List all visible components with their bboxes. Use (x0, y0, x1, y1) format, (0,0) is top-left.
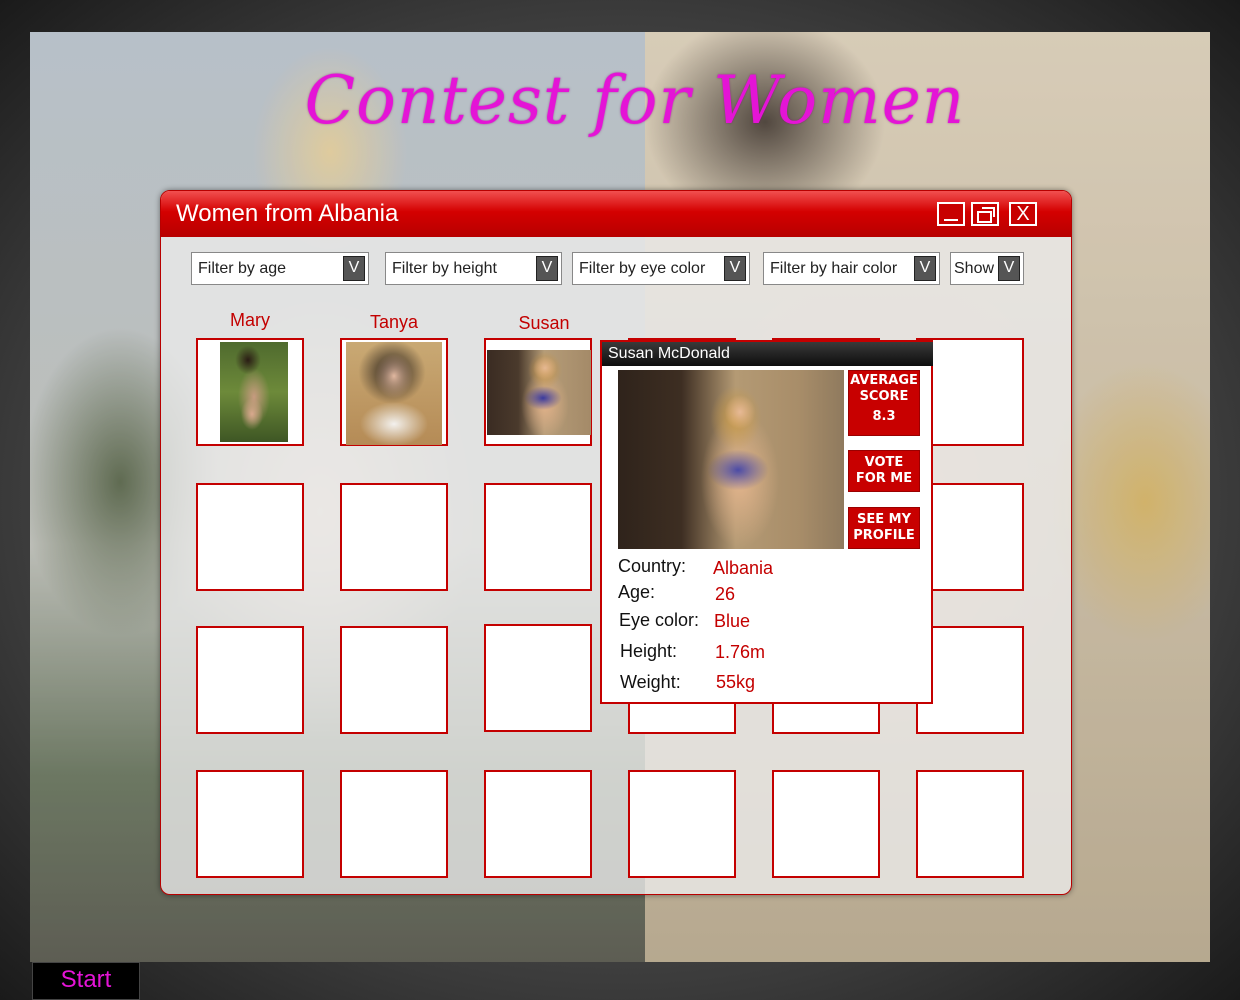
contestant-card-empty[interactable] (340, 770, 448, 878)
filter-height-label: Filter by height (392, 260, 497, 277)
chevron-down-icon[interactable]: V (536, 256, 558, 281)
chevron-down-icon[interactable]: V (724, 256, 746, 281)
eye-color-label: Eye color: (619, 610, 700, 630)
filter-hair-color-label: Filter by hair color (770, 260, 898, 277)
contestant-card-empty[interactable] (628, 770, 736, 878)
contestant-name-susan[interactable]: Susan (490, 313, 598, 334)
filter-age-select[interactable]: Filter by age V (191, 252, 369, 285)
see-profile-button[interactable]: SEE MY PROFILE (848, 507, 920, 549)
country-label: Country: (618, 556, 687, 576)
contestant-photo (487, 350, 591, 435)
contestant-photo (346, 342, 442, 445)
age-label: Age: (618, 582, 656, 602)
filter-hair-color-select[interactable]: Filter by hair color V (763, 252, 940, 285)
contestant-card-empty[interactable] (340, 626, 448, 734)
start-button[interactable]: Start (32, 962, 140, 1000)
contestant-photo (220, 342, 288, 442)
contestant-card-empty[interactable] (484, 770, 592, 878)
filter-height-select[interactable]: Filter by height V (385, 252, 562, 285)
filter-eye-color-select[interactable]: Filter by eye color V (572, 252, 750, 285)
window-titlebar[interactable]: Women from Albania X (161, 191, 1071, 237)
contestant-card-empty[interactable] (340, 483, 448, 591)
contestant-name-tanya[interactable]: Tanya (340, 312, 448, 333)
show-select[interactable]: Show V (950, 252, 1024, 285)
contestant-card-empty[interactable] (916, 770, 1024, 878)
close-button[interactable]: X (1009, 202, 1037, 226)
weight-value: 55kg (716, 672, 756, 692)
eye-color-value: Blue (714, 611, 751, 631)
contestant-name-mary[interactable]: Mary (196, 310, 304, 331)
contestant-card-susan[interactable] (484, 338, 592, 446)
contestant-large-photo (618, 370, 844, 549)
popup-title: Susan McDonald (602, 342, 933, 366)
contestant-card-empty[interactable] (196, 770, 304, 878)
chevron-down-icon[interactable]: V (343, 256, 365, 281)
contestant-card-empty[interactable] (772, 770, 880, 878)
app-title: Contest for Women (304, 62, 966, 139)
height-label: Height: (620, 641, 678, 661)
contestant-card-empty[interactable] (484, 624, 592, 732)
contestant-detail-popup: Susan McDonald AVERAGE SCORE 8.3 VOTE FO… (600, 340, 933, 704)
filter-eye-color-label: Filter by eye color (579, 260, 706, 277)
weight-label: Weight: (620, 672, 681, 692)
chevron-down-icon[interactable]: V (914, 256, 936, 281)
restore-button[interactable] (971, 202, 999, 226)
vote-button[interactable]: VOTE FOR ME (848, 450, 920, 492)
average-score-badge: AVERAGE SCORE 8.3 (848, 370, 920, 436)
average-score-label: AVERAGE SCORE (850, 373, 918, 404)
filter-age-label: Filter by age (198, 260, 287, 277)
average-score-value: 8.3 (872, 409, 896, 424)
contestant-card-empty[interactable] (484, 483, 592, 591)
contestant-card-mary[interactable] (196, 338, 304, 446)
chevron-down-icon[interactable]: V (998, 256, 1020, 281)
height-value: 1.76m (715, 642, 766, 662)
age-value: 26 (715, 584, 736, 604)
country-value: Albania (713, 558, 774, 578)
show-label: Show (954, 260, 995, 277)
contestant-card-empty[interactable] (196, 626, 304, 734)
contestant-card-empty[interactable] (196, 483, 304, 591)
minimize-button[interactable] (937, 202, 965, 226)
window-title: Women from Albania (176, 200, 399, 227)
contestant-card-tanya[interactable] (340, 338, 448, 446)
